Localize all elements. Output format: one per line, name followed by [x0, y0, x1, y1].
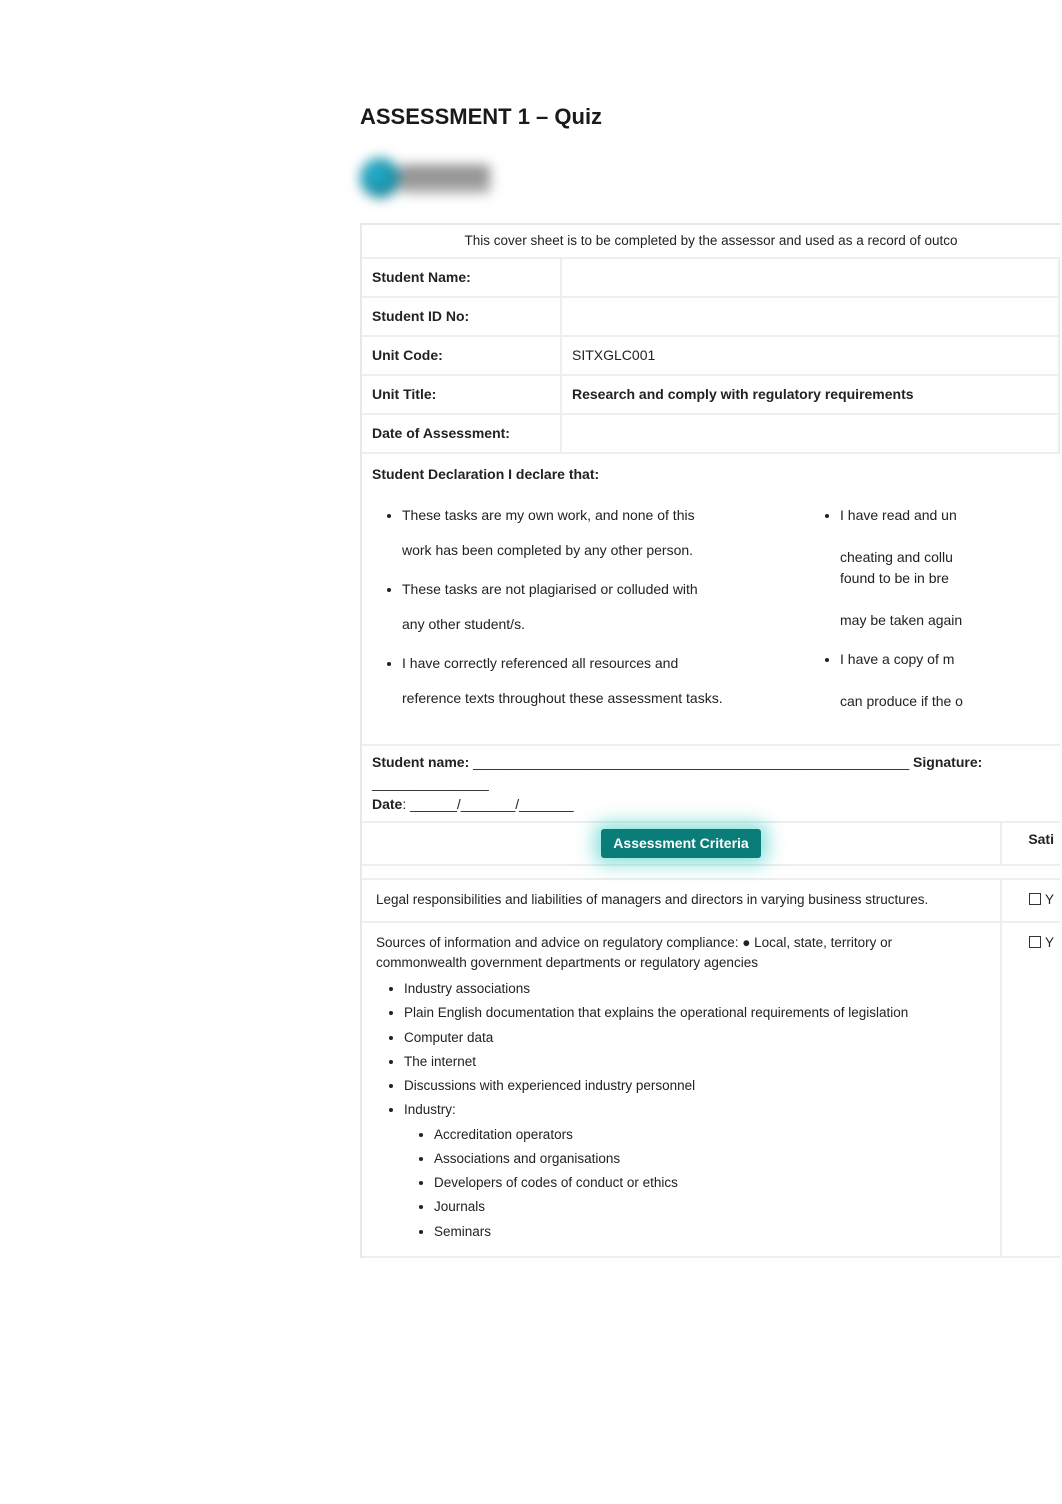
row-student-name: Student Name:	[362, 259, 1060, 298]
checkbox-icon[interactable]	[1029, 936, 1041, 948]
student-name-blank[interactable]: ________________________________________…	[473, 754, 909, 770]
declaration-item-text: These tasks are my own work, and none of…	[402, 507, 695, 523]
criteria-result[interactable]: Y	[1000, 880, 1060, 920]
list-item: Journals	[434, 1197, 986, 1217]
value-student-id[interactable]	[562, 298, 1060, 335]
list-item: Accreditation operators	[434, 1125, 986, 1145]
declaration-left-column: These tasks are my own work, and none of…	[372, 497, 792, 730]
list-item: Industry associations	[404, 979, 986, 999]
assessment-criteria-header: Assessment Criteria	[601, 829, 760, 858]
declaration-item-text: may be taken again	[840, 610, 1050, 631]
page-title: ASSESSMENT 1 – Quiz	[360, 100, 1062, 133]
declaration-item-text: I have a copy of m	[840, 651, 954, 667]
signature-blank[interactable]: _______________	[372, 775, 489, 791]
result-letter: Y	[1045, 892, 1054, 907]
list-item-text: Industry:	[404, 1102, 456, 1117]
declaration-item: I have a copy of m can produce if the o	[840, 649, 1050, 712]
declaration-right-column: I have read and un cheating and collu fo…	[822, 497, 1050, 730]
declaration-item-text: can produce if the o	[840, 691, 1050, 712]
value-date-assessment[interactable]	[562, 415, 1060, 452]
list-item: The internet	[404, 1052, 986, 1072]
declaration-item-text: I have read and un	[840, 507, 957, 523]
criteria-text: Legal responsibilities and liabilities o…	[362, 880, 1000, 920]
signature-row: Student name: __________________________…	[362, 746, 1060, 823]
list-item: Computer data	[404, 1028, 986, 1048]
value-unit-title: Research and comply with regulatory requ…	[562, 376, 1060, 413]
list-item: Seminars	[434, 1222, 986, 1242]
declaration-item: These tasks are my own work, and none of…	[402, 505, 792, 561]
label-unit-code: Unit Code:	[362, 337, 562, 374]
row-unit-title: Unit Title: Research and comply with reg…	[362, 376, 1060, 415]
criteria-intro: Sources of information and advice on reg…	[376, 935, 892, 970]
list-item: Industry: Accreditation operators Associ…	[404, 1100, 986, 1242]
declaration-item-sub: work has been completed by any other per…	[402, 540, 792, 561]
criteria-header-row: Assessment Criteria Sati	[362, 823, 1060, 866]
declaration-item-text: found to be in bre	[840, 568, 1050, 589]
student-declaration: Student Declaration I declare that: Thes…	[362, 454, 1060, 746]
value-unit-code: SITXGLC001	[562, 337, 1060, 374]
declaration-item: I have read and un cheating and collu fo…	[840, 505, 1050, 631]
criteria-text: Sources of information and advice on reg…	[362, 923, 1000, 1256]
value-student-name[interactable]	[562, 259, 1060, 296]
spacer	[362, 866, 1060, 880]
label-date-assessment: Date of Assessment:	[362, 415, 562, 452]
declaration-item-text: cheating and collu	[840, 547, 1050, 568]
label-student-id: Student ID No:	[362, 298, 562, 335]
declaration-item-text: These tasks are not plagiarised or collu…	[402, 581, 698, 597]
declaration-item: I have correctly referenced all resource…	[402, 653, 792, 709]
declaration-item-text: I have correctly referenced all resource…	[402, 655, 678, 671]
declaration-header: Student Declaration I declare that:	[362, 454, 1060, 489]
satisfactory-header: Sati	[1000, 823, 1060, 864]
cover-sheet: This cover sheet is to be completed by t…	[360, 223, 1060, 1258]
date-label: Date	[372, 796, 402, 812]
result-letter: Y	[1045, 935, 1054, 950]
row-unit-code: Unit Code: SITXGLC001	[362, 337, 1060, 376]
list-item: Developers of codes of conduct or ethics	[434, 1173, 986, 1193]
student-name-label: Student name:	[372, 754, 473, 770]
declaration-item-sub: any other student/s.	[402, 614, 792, 635]
list-item: Plain English documentation that explain…	[404, 1003, 986, 1023]
row-date-assessment: Date of Assessment:	[362, 415, 1060, 454]
checkbox-icon[interactable]	[1029, 893, 1041, 905]
date-blank[interactable]: : ______/_______/_______	[402, 796, 573, 812]
institute-logo	[360, 153, 490, 203]
criteria-row: Legal responsibilities and liabilities o…	[362, 880, 1060, 922]
label-unit-title: Unit Title:	[362, 376, 562, 413]
list-item: Associations and organisations	[434, 1149, 986, 1169]
label-student-name: Student Name:	[362, 259, 562, 296]
declaration-item: These tasks are not plagiarised or collu…	[402, 579, 792, 635]
criteria-row: Sources of information and advice on reg…	[362, 923, 1060, 1258]
row-student-id: Student ID No:	[362, 298, 1060, 337]
cover-sheet-note: This cover sheet is to be completed by t…	[362, 225, 1060, 259]
criteria-result[interactable]: Y	[1000, 923, 1060, 1256]
list-item: Discussions with experienced industry pe…	[404, 1076, 986, 1096]
signature-label: Signature:	[909, 754, 982, 770]
declaration-item-sub: reference texts throughout these assessm…	[402, 688, 792, 709]
